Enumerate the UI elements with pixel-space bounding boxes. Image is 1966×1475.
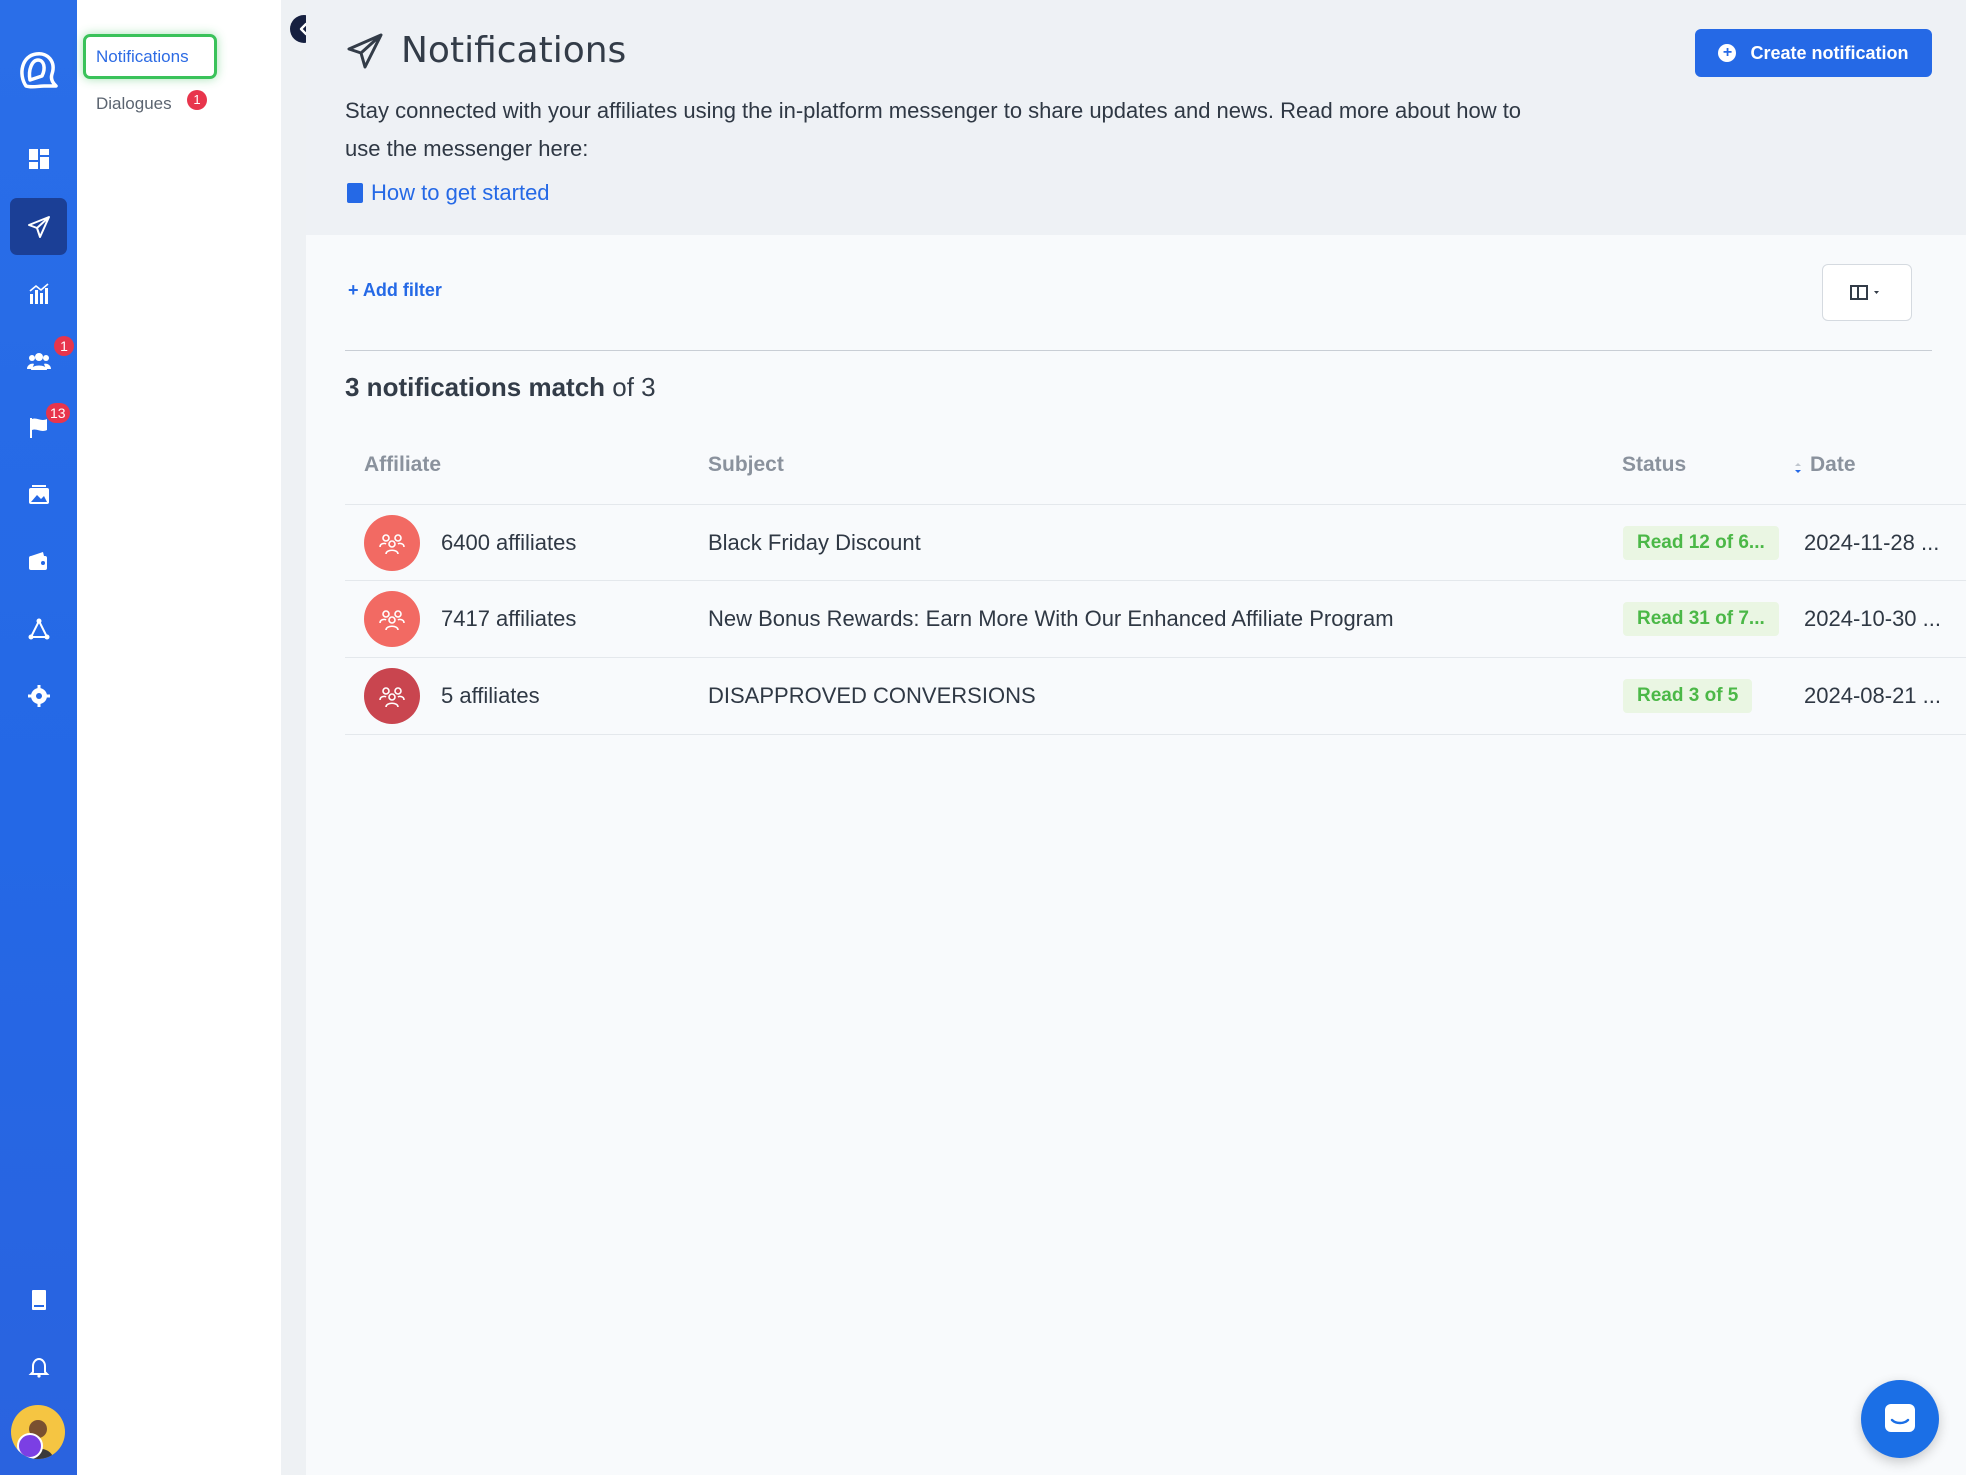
create-notification-label: Create notification [1750,42,1909,63]
creatives-nav-icon[interactable] [10,466,67,523]
app-logo-icon[interactable] [14,46,62,94]
results-count-total: of 3 [605,372,656,402]
columns-toggle-button[interactable] [1822,264,1912,321]
main-content [306,235,1966,1475]
notification-subject[interactable]: Black Friday Discount [708,530,921,556]
verified-check-icon [17,1433,43,1459]
settings-nav-icon[interactable] [10,667,67,724]
sort-icon[interactable] [1793,461,1803,475]
status-badge: Read 3 of 5 [1623,679,1753,713]
notification-date: 2024-11-28 ... [1804,530,1940,555]
paper-plane-icon [347,33,383,68]
main-sidebar: 1 13 [0,0,77,1475]
book-icon [347,183,363,203]
affiliate-count: 6400 affiliates [441,530,577,555]
page-description: Stay connected with your affiliates usin… [345,98,1522,161]
table-row[interactable]: 7417 affiliates New Bonus Rewards: Earn … [345,580,1966,656]
subnav-item-dialogues[interactable]: Dialogues [96,94,172,114]
affiliate-group-avatar [364,591,420,647]
column-header-subject[interactable]: Subject [708,453,784,477]
table-bottom-border [345,734,1966,735]
bell-icon[interactable] [10,1338,67,1395]
affiliate-group-avatar [364,668,420,724]
column-header-affiliate[interactable]: Affiliate [364,453,441,477]
wallet-nav-icon[interactable] [10,533,67,590]
dashboard-nav-icon[interactable] [10,130,67,187]
table-row[interactable]: 5 affiliates DISAPPROVED CONVERSIONS Rea… [345,657,1966,733]
affiliate-group-avatar [364,515,420,571]
how-to-get-started-link[interactable]: How to get started [347,180,550,206]
columns-icon [1850,284,1879,300]
group-icon [379,687,405,708]
column-header-status[interactable]: Status [1622,453,1686,477]
table-row[interactable]: 6400 affiliates Black Friday Discount Re… [345,504,1966,580]
messenger-subnav: Notifications Dialogues 1 [77,0,281,1475]
guide-link-label: How to get started [371,180,550,205]
group-icon [379,610,405,631]
flags-badge: 13 [46,403,70,423]
notification-subject[interactable]: DISAPPROVED CONVERSIONS [708,683,1036,709]
results-count: 3 notifications match of 3 [345,372,656,403]
dialogues-badge: 1 [187,90,207,110]
add-filter-button[interactable]: + Add filter [348,280,442,301]
page-title: Notifications [401,30,627,71]
add-filter-label: Add filter [362,280,442,300]
user-avatar[interactable] [11,1405,65,1459]
affiliate-count: 7417 affiliates [441,606,577,631]
messenger-nav-icon[interactable] [10,198,67,255]
knowledge-base-icon[interactable] [10,1271,67,1328]
plus-icon: + [348,280,359,300]
affiliate-count: 5 affiliates [441,683,540,708]
plus-circle-icon: + [1718,44,1737,62]
reports-nav-icon[interactable] [10,265,67,322]
status-badge: Read 12 of 6... [1623,526,1779,560]
notification-date: 2024-08-21 ... [1804,683,1941,708]
notification-subject[interactable]: New Bonus Rewards: Earn More With Our En… [708,606,1394,632]
page-title-row: Notifications [345,30,626,71]
group-icon [379,534,405,555]
results-count-bold: 3 notifications match [345,372,606,402]
affiliates-badge: 1 [54,336,74,356]
panel-divider [281,0,306,1475]
notification-date: 2024-10-30 ... [1804,606,1941,631]
chat-launcher-button[interactable] [1861,1380,1939,1458]
create-notification-button[interactable]: + Create notification [1695,29,1932,77]
chat-icon [1885,1404,1915,1432]
network-nav-icon[interactable] [10,600,67,657]
status-badge: Read 31 of 7... [1623,602,1779,636]
filter-divider [345,350,1932,351]
subnav-item-notifications[interactable]: Notifications [83,34,217,79]
column-header-date[interactable]: Date [1810,453,1856,477]
